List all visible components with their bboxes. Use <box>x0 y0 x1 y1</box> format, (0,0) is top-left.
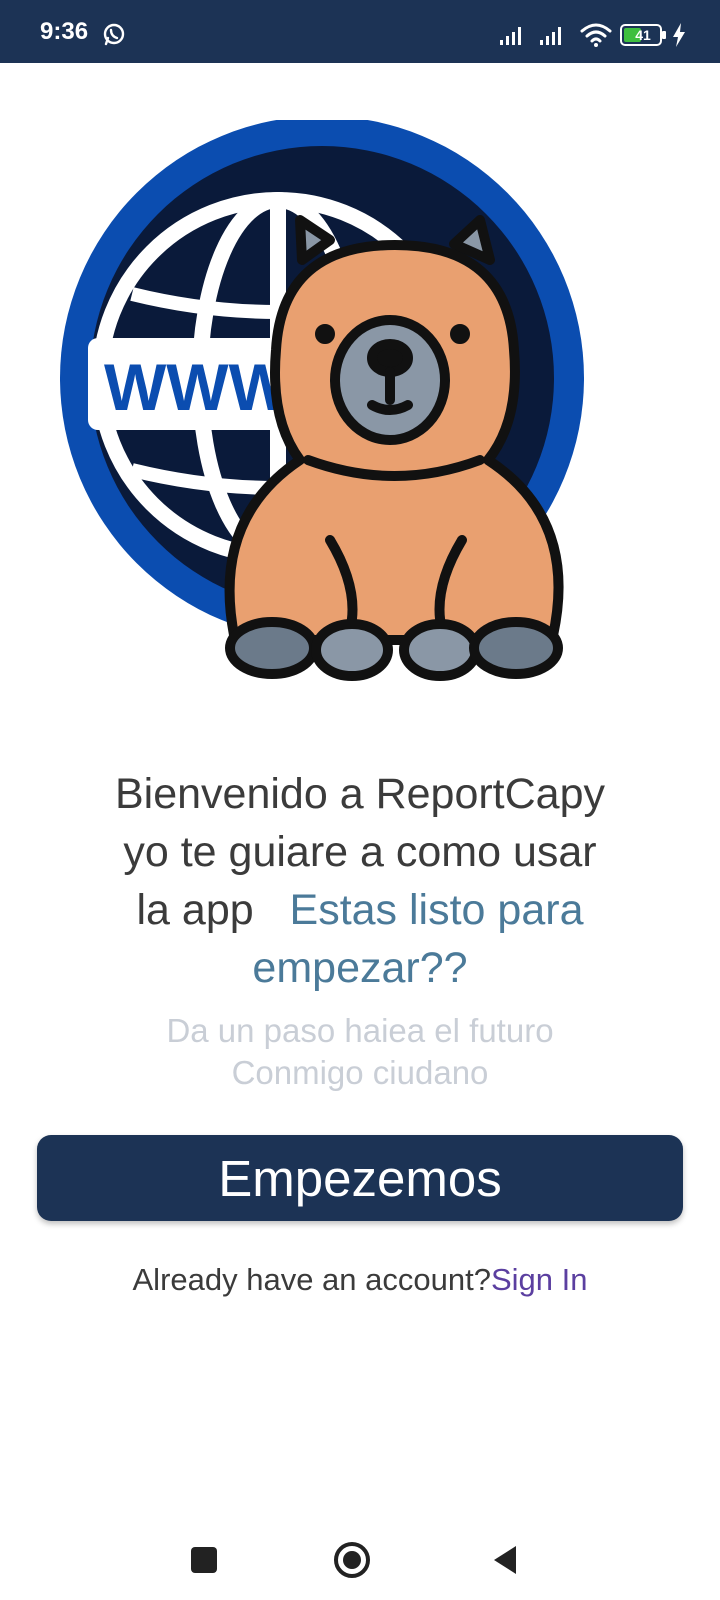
subtitle-line-2: Conmigo ciudano <box>231 1054 489 1091</box>
signal-icon <box>540 27 561 45</box>
welcome-line-3: la app Estas listo para <box>0 881 720 939</box>
charging-bolt-icon <box>673 23 685 47</box>
welcome-line-3-accent: Estas listo para <box>289 886 584 934</box>
home-icon[interactable] <box>332 1540 372 1580</box>
welcome-line-4-accent: empezar?? <box>252 944 468 992</box>
welcome-line-1: Bienvenido a ReportCapy <box>114 770 606 818</box>
subtitle: Da un paso haiea el futuro Conmigo ciuda… <box>0 1010 720 1094</box>
battery-level: 41 <box>635 27 651 43</box>
wifi-icon <box>580 23 612 47</box>
hero-illustration: WWW <box>60 120 584 681</box>
recent-apps-icon[interactable] <box>184 1540 224 1580</box>
navigation-bar <box>0 1520 720 1600</box>
status-bar: 9:36 41 <box>0 0 720 63</box>
whatsapp-icon <box>103 23 125 46</box>
back-icon[interactable] <box>486 1540 526 1580</box>
signal-icon <box>500 27 521 45</box>
signin-row: Already have an account?Sign In <box>0 1262 720 1298</box>
empezemos-button[interactable]: Empezemos <box>37 1135 683 1221</box>
status-time: 9:36 <box>40 18 89 45</box>
signin-prompt: Already have an account? <box>132 1262 491 1297</box>
welcome-message: Bienvenido a ReportCapy yo te guiare a c… <box>0 765 720 997</box>
welcome-line-3-plain: la app <box>136 886 254 934</box>
sign-in-link[interactable]: Sign In <box>491 1262 588 1297</box>
welcome-line-2: yo te guiare a como usar <box>123 828 597 876</box>
subtitle-line-1: Da un paso haiea el futuro <box>166 1012 554 1049</box>
globe-www-label: WWW <box>104 350 292 424</box>
